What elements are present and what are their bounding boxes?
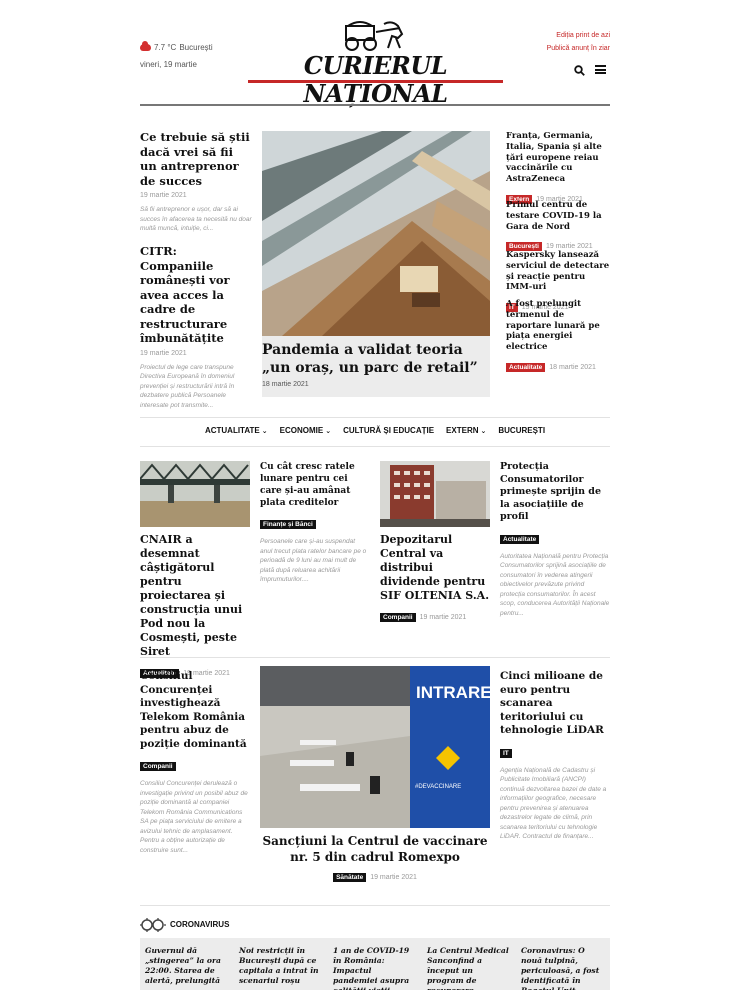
publish-ad-link[interactable]: Publică anunț în ziar — [520, 45, 610, 52]
hero-article[interactable]: Pandemia a validat teoria „un oraș, un p… — [262, 131, 490, 397]
corona-article-2[interactable]: Noi restricții în București după ce capi… — [234, 938, 328, 990]
header-divider — [140, 104, 610, 106]
hero-title[interactable]: Pandemia a validat teoria „un oraș, un p… — [262, 341, 490, 377]
weather-temp: 7.7 °C — [154, 43, 177, 52]
row2-article-b[interactable]: Cu cât cresc ratele lunare pentru cei ca… — [260, 461, 368, 585]
weather-city: București — [179, 43, 213, 52]
article-date: 19 martie 2021 — [140, 349, 187, 357]
right-article-2[interactable]: Primul centru de testare COVID-19 la Gar… — [506, 200, 610, 253]
category-tag[interactable]: IT — [500, 748, 512, 758]
cloud-icon — [140, 41, 151, 51]
virus-icon — [140, 918, 166, 932]
article-title[interactable]: Protecția Consumatorilor primește spriji… — [500, 461, 610, 524]
nav-label: ECONOMIE — [279, 426, 324, 435]
article-title[interactable]: Cinci milioane de euro pentru scanarea t… — [500, 670, 610, 738]
chevron-down-icon: ⌄ — [261, 428, 268, 435]
mall-escalators-image[interactable] — [262, 131, 490, 336]
nav-item-cultura[interactable]: CULTURĂ ȘI EDUCAȚIE — [343, 426, 434, 435]
article-title[interactable]: Franța, Germania, Italia, Spania și alte… — [506, 131, 610, 185]
article-title[interactable]: A fost prelungit termenul de raportare l… — [506, 299, 610, 353]
article-date: 19 martie 2021 — [140, 192, 187, 199]
logo-underline — [248, 80, 503, 83]
article-date: 19 martie 2021 — [370, 874, 417, 881]
section-divider — [140, 657, 610, 658]
row2-article-d[interactable]: Protecția Consumatorilor primește spriji… — [500, 461, 610, 618]
article-excerpt: Agenția Națională de Cadastru și Publici… — [500, 766, 607, 841]
nav-bottom-divider — [140, 446, 610, 447]
right-article-1[interactable]: Franța, Germania, Italia, Spania și alte… — [506, 131, 610, 206]
nav-top-divider — [140, 417, 610, 418]
nav-item-actualitate[interactable]: ACTUALITATE ⌄ — [205, 426, 268, 435]
coronavirus-strip: Guvernul dă „stingerea” la ora 22:00. St… — [140, 938, 610, 990]
hero-title[interactable]: Sancțiuni la Centrul de vaccinare nr. 5 … — [260, 834, 490, 865]
article-date: 19 martie 2021 — [419, 614, 467, 621]
article-excerpt: Consiliul Concurenței derulează o invest… — [140, 780, 248, 854]
coronavirus-section-label[interactable]: CORONAVIRUS — [170, 920, 229, 929]
nav-item-bucuresti[interactable]: BUCUREȘTI — [498, 426, 545, 435]
article-title[interactable]: Ce trebuie să știi dacă vrei să fii un a… — [140, 130, 252, 188]
hero-date: 18 martie 2021 — [262, 381, 309, 388]
search-icon[interactable] — [574, 65, 585, 76]
nav-label: ACTUALITATE — [204, 426, 260, 435]
nav-label: BUCUREȘTI — [498, 426, 546, 435]
corona-article-5[interactable]: Coronavirus: O nouă tulpină, periculoasă… — [516, 938, 610, 990]
category-tag[interactable]: Sănătate — [333, 873, 367, 882]
nav-item-extern[interactable]: EXTERN ⌄ — [446, 426, 486, 435]
category-tag[interactable]: Companii — [380, 613, 416, 622]
corona-article-4[interactable]: La Centrul Medical Sanconfind a început … — [422, 938, 516, 990]
article-excerpt: Să fii antreprenor e ușor, dar să ai suc… — [140, 206, 252, 232]
office-building-image[interactable] — [380, 461, 490, 527]
article-title[interactable]: CNAIR a desemnat câștigătorul pentru pro… — [140, 533, 252, 659]
corona-article-3[interactable]: 1 an de COVID-19 în România: Impactul pa… — [328, 938, 422, 990]
article-title[interactable]: Kaspersky lansează serviciul de detectar… — [506, 250, 610, 293]
chevron-down-icon: ⌄ — [325, 428, 332, 435]
sign-text: INTRARE — [416, 683, 490, 702]
category-tag[interactable]: Actualitate — [500, 534, 540, 544]
category-tag[interactable]: Companii — [140, 762, 176, 771]
article-excerpt: Autoritatea Națională pentru Protecția C… — [500, 552, 610, 617]
article-title[interactable]: Cu cât cresc ratele lunare pentru cei ca… — [260, 461, 368, 509]
row3-article-d[interactable]: Cinci milioane de euro pentru scanarea t… — [500, 670, 610, 842]
corona-article-1[interactable]: Guvernul dă „stingerea” la ora 22:00. St… — [140, 938, 234, 990]
left-article-2[interactable]: CITR: Companiile românești vor avea acce… — [140, 244, 252, 410]
category-nav: ACTUALITATE ⌄ ECONOMIE ⌄ CULTURĂ ȘI EDUCAȚ… — [140, 426, 610, 435]
nav-item-economie[interactable]: ECONOMIE ⌄ — [280, 426, 331, 435]
logo-carriage-icon — [345, 21, 404, 51]
banner-text: #DEVACCINARE — [415, 784, 461, 790]
row3-article-a[interactable]: Consiliul Concurenței investighează Tele… — [140, 670, 252, 855]
article-title[interactable]: Depozitarul Central va distribui dividen… — [380, 533, 492, 603]
article-title[interactable]: CITR: Companiile românești vor avea acce… — [140, 244, 252, 346]
article-title[interactable]: Consiliul Concurenței investighează Tele… — [140, 670, 252, 751]
current-date: vineri, 19 martie — [140, 60, 197, 69]
category-tag[interactable]: Actualitate — [506, 362, 546, 372]
print-edition-link[interactable]: Ediția print de azi — [520, 32, 610, 39]
weather-widget: 7.7 °C București — [140, 41, 213, 52]
article-date: 18 martie 2021 — [549, 363, 596, 371]
row3-hero-article[interactable]: INTRARE #DEVACCINARE Sancțiuni la Centru… — [260, 666, 490, 882]
section-divider — [140, 905, 610, 906]
article-excerpt: Persoanele care și-au suspendat anul tre… — [260, 538, 367, 583]
vaccination-center-image[interactable]: INTRARE #DEVACCINARE — [260, 666, 490, 828]
right-article-4[interactable]: A fost prelungit termenul de raportare l… — [506, 299, 610, 374]
row2-article-c[interactable]: Depozitarul Central va distribui dividen… — [380, 533, 492, 624]
left-article-1[interactable]: Ce trebuie să știi dacă vrei să fii un a… — [140, 130, 252, 234]
bridge-image[interactable] — [140, 461, 250, 527]
nav-label: EXTERN — [446, 426, 479, 435]
category-tag[interactable]: Finanțe și Bănci — [260, 520, 316, 529]
article-excerpt: Proiectul de lege care transpune Directi… — [140, 363, 235, 409]
menu-icon[interactable] — [595, 65, 606, 74]
nav-label: CULTURĂ ȘI EDUCAȚIE — [343, 426, 435, 435]
article-title[interactable]: Primul centru de testare COVID-19 la Gar… — [506, 200, 610, 232]
chevron-down-icon: ⌄ — [480, 428, 487, 435]
